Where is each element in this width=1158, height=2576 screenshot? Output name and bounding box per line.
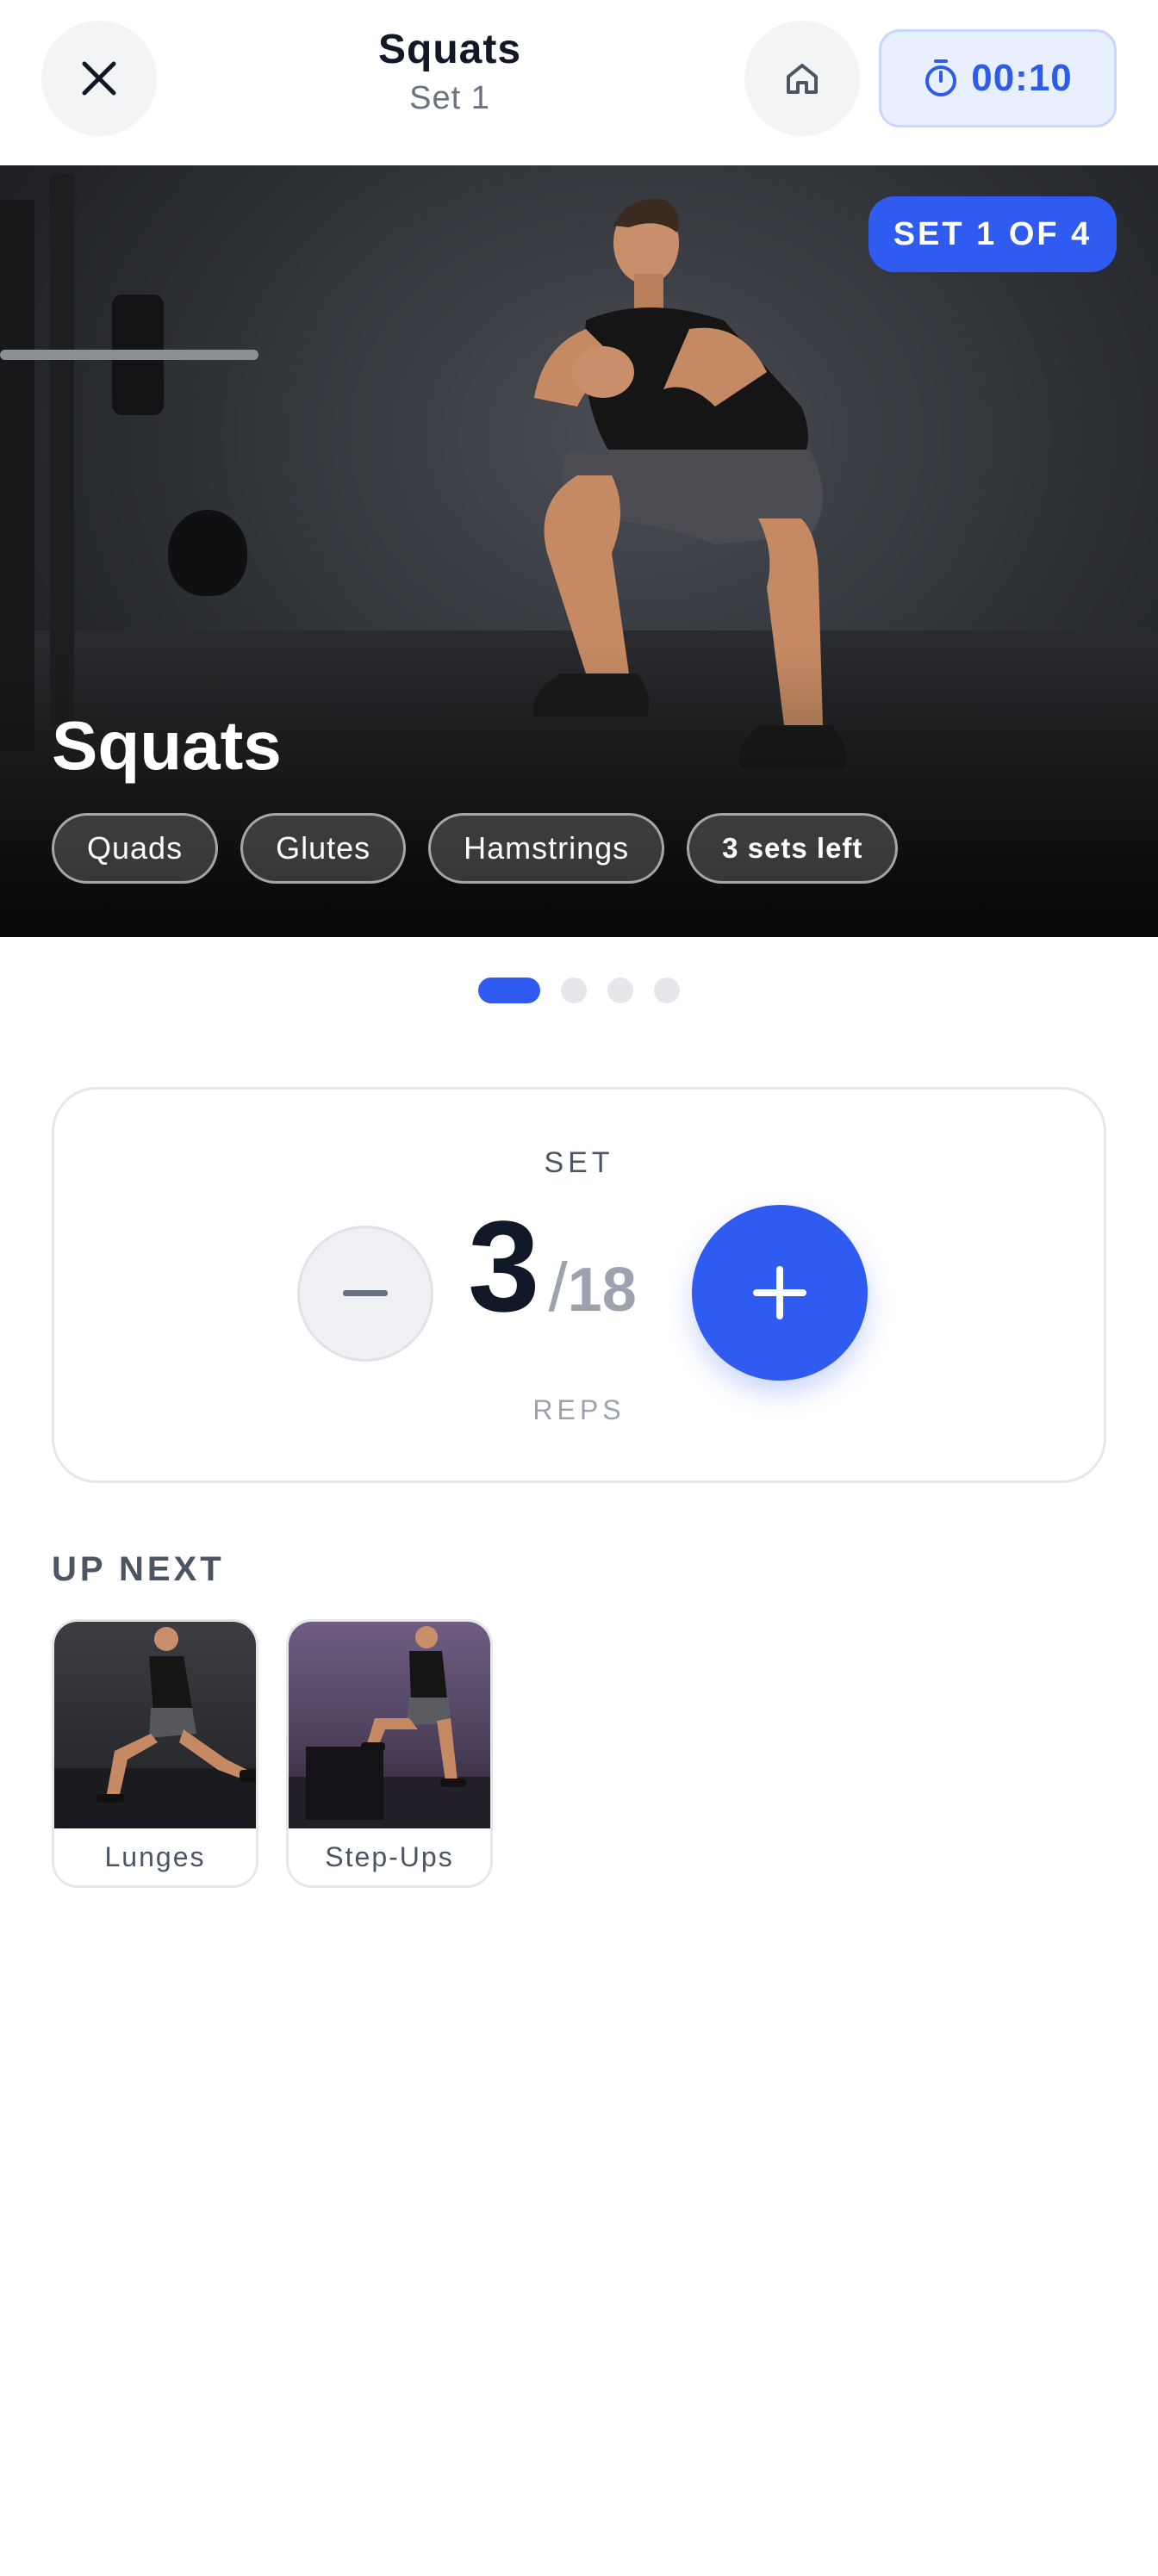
sets-left-badge: 3 sets left <box>687 813 899 884</box>
kettlebell <box>168 510 247 596</box>
minus-icon <box>343 1290 388 1296</box>
rep-card-label: SET <box>544 1146 614 1179</box>
tag-glutes: Glutes <box>240 813 407 884</box>
exercise-hero-image[interactable]: SET 1 OF 4 Squats Quads Glutes Hamstring… <box>0 165 1158 937</box>
rep-count-current: 3 <box>468 1194 540 1338</box>
tag-quads: Quads <box>52 813 219 884</box>
squat-rack-post <box>50 174 74 725</box>
tag-hamstrings: Hamstrings <box>428 813 665 884</box>
pager-dot-3[interactable] <box>607 978 633 1003</box>
rep-count-total: 18 <box>567 1256 637 1325</box>
up-next-heading: UP NEXT <box>52 1550 225 1588</box>
up-next-label-lunges: Lunges <box>104 1840 206 1872</box>
pager-dot-2[interactable] <box>561 978 587 1003</box>
up-next-label-step-ups: Step-Ups <box>325 1840 454 1872</box>
image-pager <box>0 978 1158 1003</box>
home-button[interactable] <box>744 21 860 136</box>
increment-reps-button[interactable] <box>692 1205 868 1381</box>
lunges-thumbnail <box>54 1622 256 1828</box>
step-ups-thumbnail <box>289 1622 490 1828</box>
hero-gradient <box>0 648 1158 937</box>
up-next-list: Lunges Step-Ups <box>52 1619 493 1888</box>
home-icon <box>787 64 818 94</box>
timer-value: 00:10 <box>971 57 1073 99</box>
step-ups-illustration <box>289 1626 490 1828</box>
plus-icon <box>753 1266 806 1319</box>
exercise-name: Squats <box>52 707 282 784</box>
top-bar: Squats Set 1 00:10 <box>0 0 1158 165</box>
lunges-illustration <box>54 1627 256 1828</box>
set-progress-badge: SET 1 OF 4 <box>868 196 1117 272</box>
barbell <box>0 350 258 360</box>
stopwatch-icon <box>925 59 957 96</box>
up-next-card-step-ups[interactable]: Step-Ups <box>286 1619 493 1888</box>
reps-unit-label: REPS <box>532 1394 626 1425</box>
rep-counter-card: SET 3 / 18 REPS <box>52 1087 1106 1483</box>
decrement-reps-button[interactable] <box>297 1226 433 1362</box>
muscle-tags: Quads Glutes Hamstrings 3 sets left <box>52 813 899 884</box>
workout-timer[interactable]: 00:10 <box>879 29 1117 127</box>
rep-count-separator: / <box>548 1249 568 1325</box>
pager-dot-1[interactable] <box>478 978 540 1003</box>
pager-dot-4[interactable] <box>654 978 680 1003</box>
up-next-card-lunges[interactable]: Lunges <box>52 1619 258 1888</box>
rep-count: 3 / 18 <box>468 1201 637 1331</box>
